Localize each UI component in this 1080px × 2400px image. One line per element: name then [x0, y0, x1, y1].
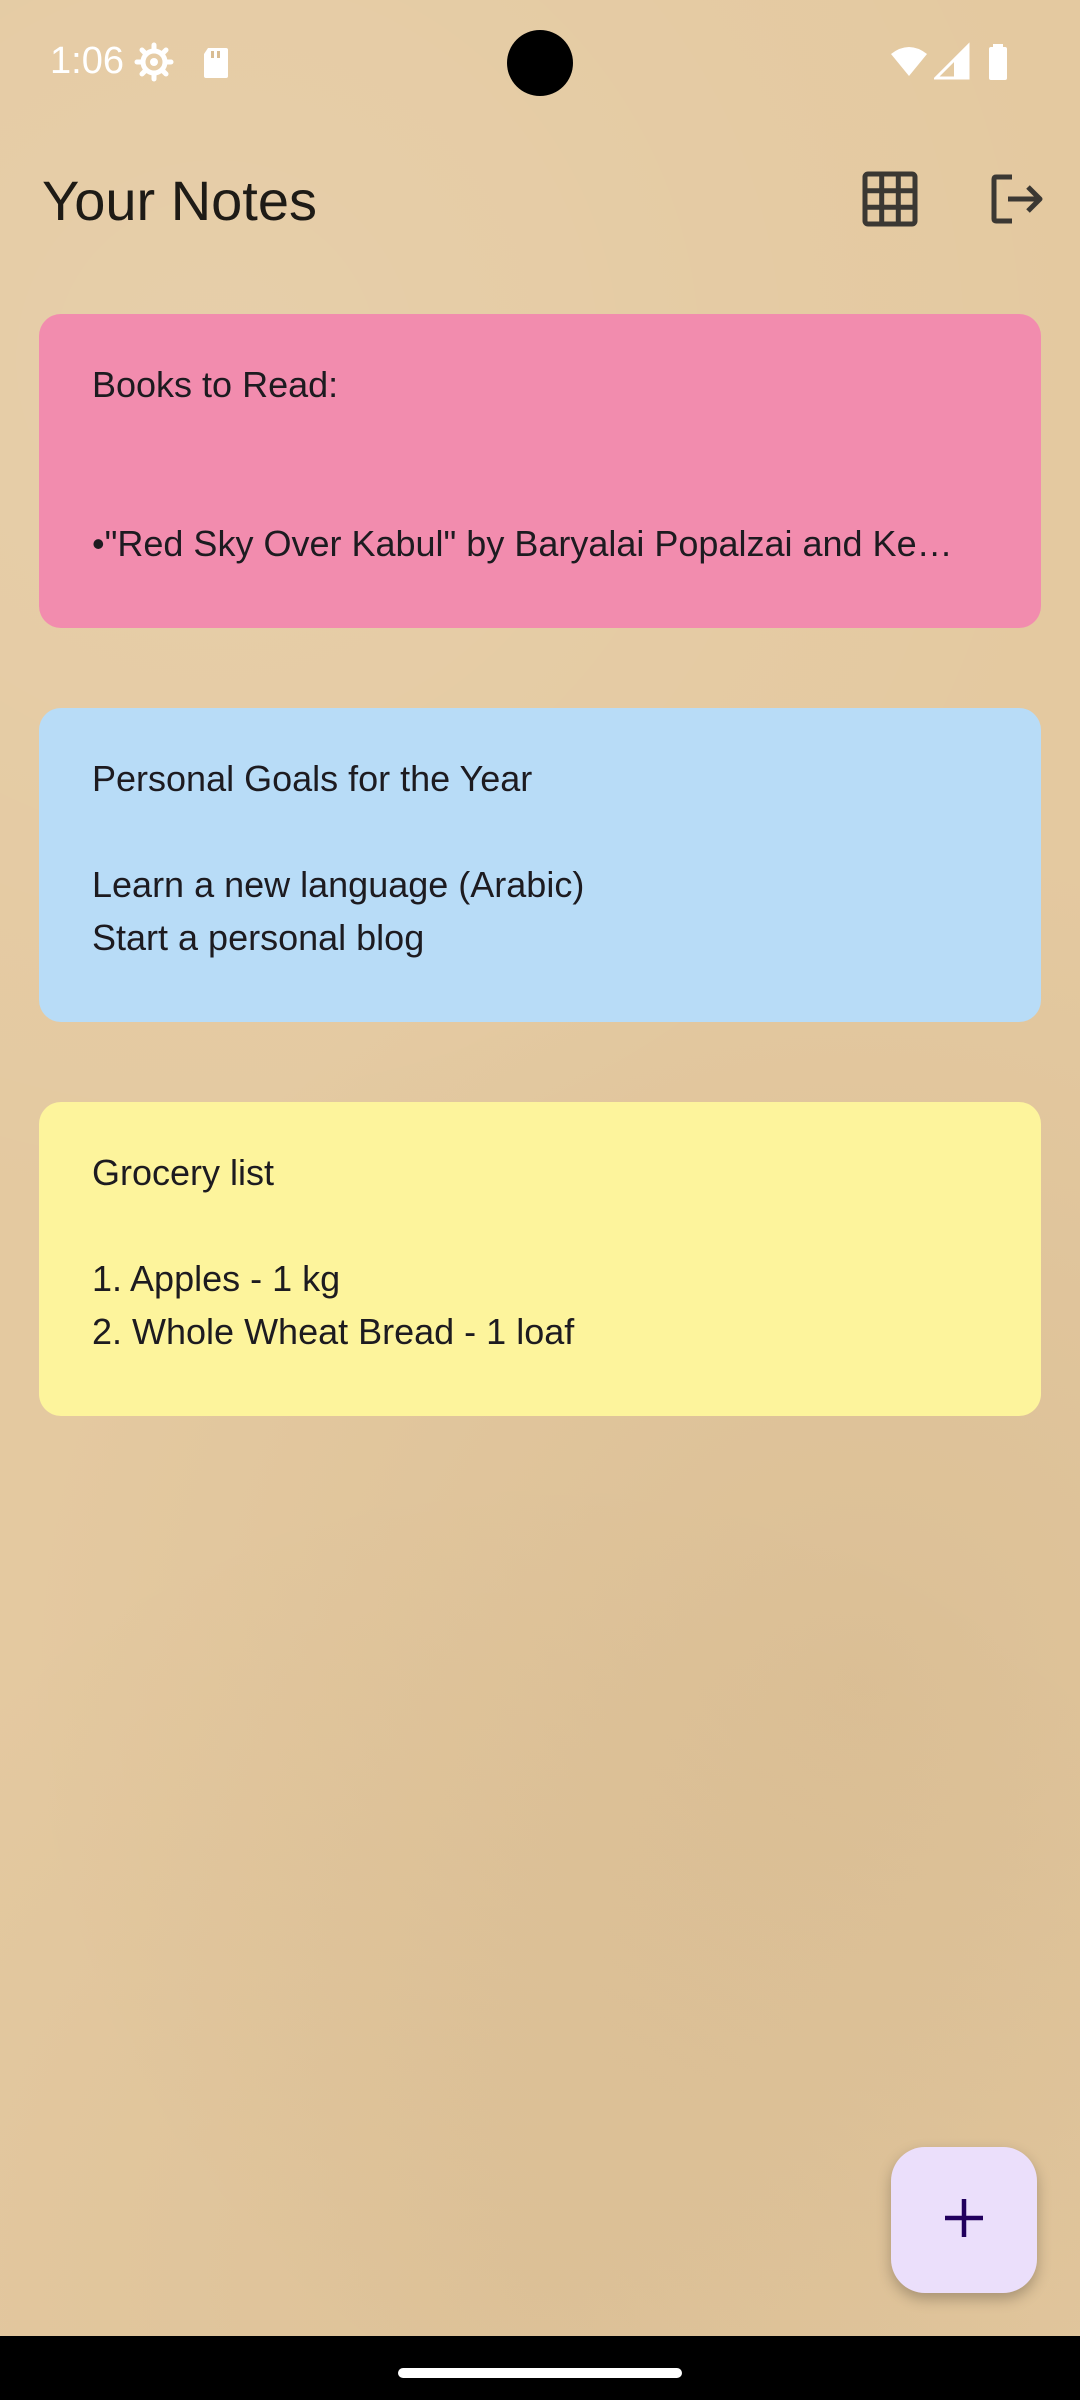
status-bar: 1:06 — [0, 0, 1080, 130]
note-line: 1. Apples - 1 kg — [92, 1258, 341, 1299]
note-line: •"Red Sky Over Kabul" by Baryalai Popalz… — [92, 523, 953, 564]
logout-button[interactable] — [980, 165, 1052, 237]
sd-card-icon — [196, 42, 236, 82]
note-title: Personal Goals for the Year — [92, 758, 533, 799]
logout-icon — [986, 169, 1046, 234]
note-title: Grocery list — [92, 1152, 275, 1193]
add-note-button[interactable] — [891, 2147, 1037, 2293]
grid-view-button[interactable] — [854, 165, 926, 237]
cell-signal-icon — [932, 42, 974, 82]
note-line — [92, 464, 988, 517]
note-line: Start a personal blog — [92, 917, 425, 958]
note-line — [92, 1199, 988, 1252]
home-gesture-handle[interactable] — [398, 2368, 682, 2378]
wifi-icon — [889, 42, 929, 82]
note-line: 2. Whole Wheat Bread - 1 loaf — [92, 1311, 575, 1352]
notes-list: Books to Read: •"Red Sky Over Kabul" by … — [39, 314, 1041, 1496]
settings-gear-icon — [134, 42, 174, 82]
note-title: Books to Read: — [92, 364, 339, 405]
battery-icon — [978, 42, 1018, 82]
note-card[interactable]: Grocery list 1. Apples - 1 kg 2. Whole W… — [39, 1102, 1041, 1416]
page-title: Your Notes — [42, 169, 317, 232]
note-line: Learn a new language (Arabic) — [92, 864, 585, 905]
grid-view-icon — [861, 170, 919, 233]
plus-icon — [942, 2196, 986, 2245]
status-time: 1:06 — [50, 40, 124, 82]
note-card[interactable]: Books to Read: •"Red Sky Over Kabul" by … — [39, 314, 1041, 628]
note-line — [92, 411, 988, 464]
note-line — [92, 805, 988, 858]
front-camera — [507, 30, 573, 96]
note-card[interactable]: Personal Goals for the Year Learn a new … — [39, 708, 1041, 1022]
